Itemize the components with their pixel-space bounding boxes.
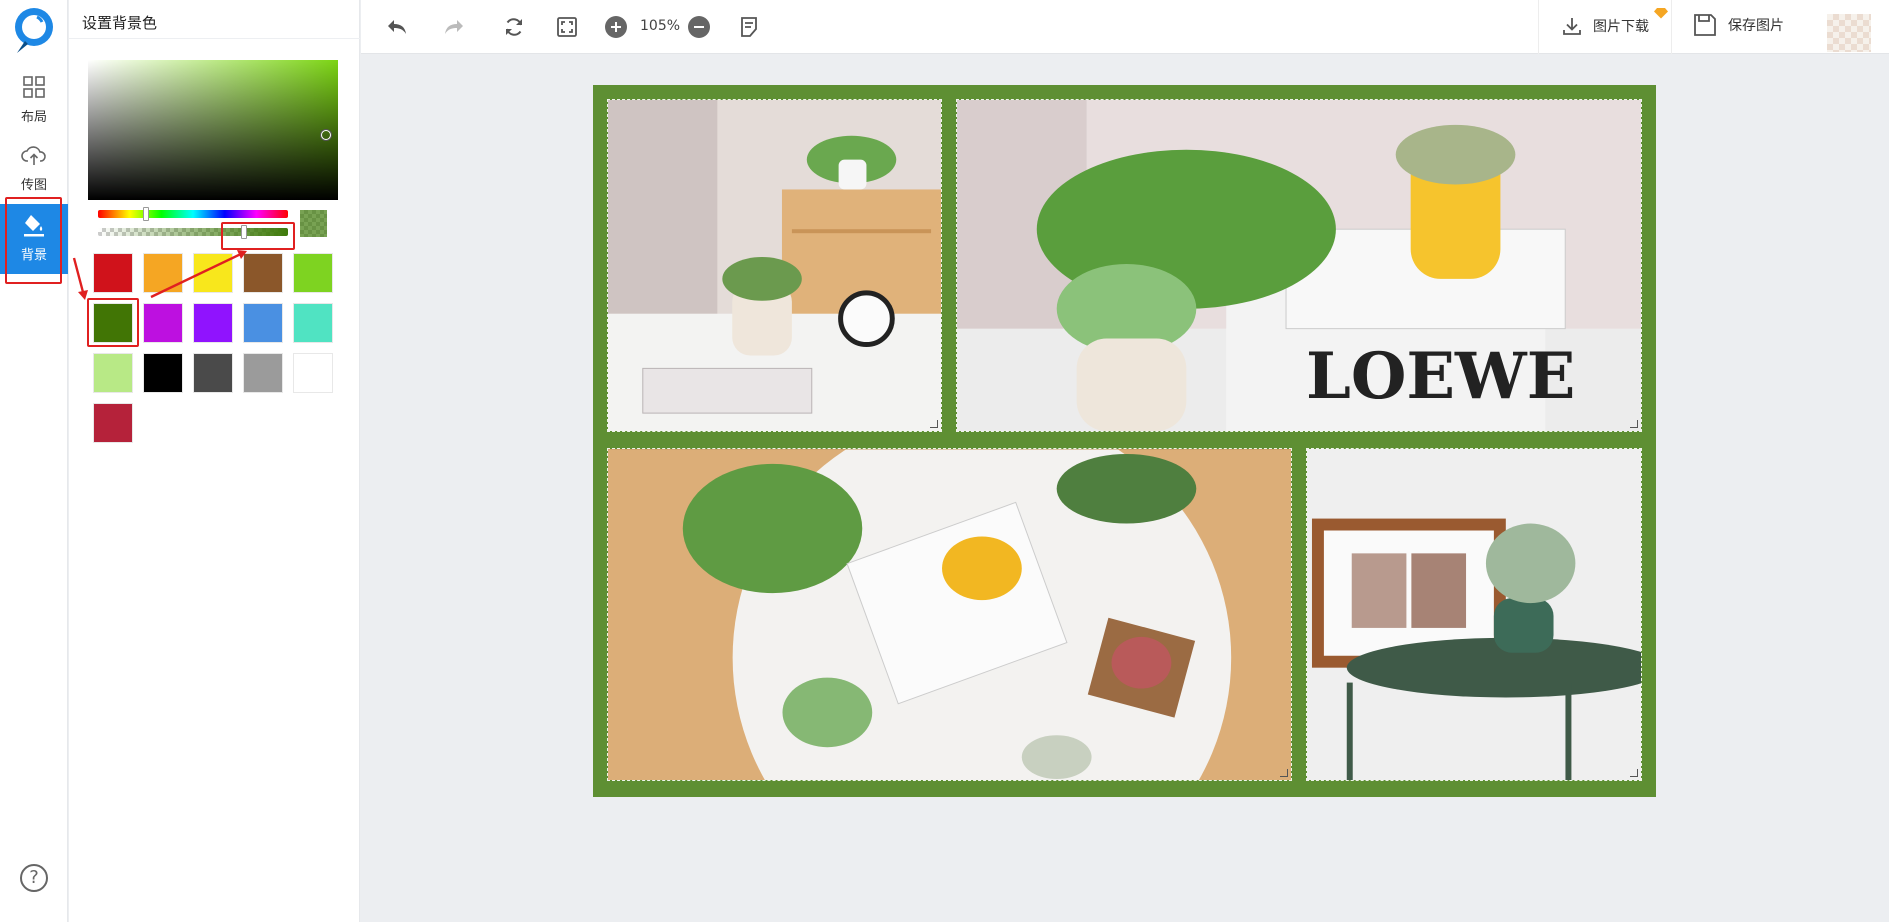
vip-diamond-icon bbox=[1654, 8, 1668, 19]
photo-image bbox=[608, 100, 941, 431]
zoom-in-icon[interactable] bbox=[604, 15, 628, 39]
rail-item-upload[interactable]: 传图 bbox=[0, 142, 68, 198]
photo-image: LOEWE bbox=[957, 100, 1641, 431]
color-preview bbox=[300, 210, 327, 237]
download-label: 图片下载 bbox=[1593, 19, 1649, 35]
save-label: 保存图片 bbox=[1728, 18, 1784, 34]
fit-screen-icon[interactable] bbox=[555, 15, 579, 39]
resize-handle[interactable] bbox=[1630, 420, 1638, 428]
photo-cell-2[interactable]: LOEWE bbox=[956, 99, 1642, 432]
layout-grid-icon bbox=[23, 76, 45, 98]
photo-image bbox=[1307, 449, 1641, 780]
photo-cell-4[interactable] bbox=[1306, 448, 1642, 781]
cloud-upload-icon bbox=[21, 146, 46, 165]
rail-item-label: 传图 bbox=[20, 178, 47, 193]
undo-icon[interactable] bbox=[385, 15, 409, 39]
panel-title: 设置背景色 bbox=[82, 14, 158, 32]
svg-text:LOEWE: LOEWE bbox=[1306, 339, 1575, 414]
download-button[interactable]: 图片下载 bbox=[1561, 15, 1649, 37]
divider bbox=[1671, 0, 1672, 54]
resize-handle[interactable] bbox=[930, 420, 938, 428]
zoom-level: 105% bbox=[640, 18, 681, 34]
hue-slider-handle[interactable] bbox=[143, 207, 149, 221]
hue-slider[interactable] bbox=[98, 210, 288, 218]
highlight-box bbox=[5, 197, 62, 284]
help-icon[interactable]: ? bbox=[20, 864, 48, 892]
rotate-icon[interactable] bbox=[502, 15, 526, 39]
rail-item-label: 布局 bbox=[20, 110, 47, 125]
color-swatch[interactable] bbox=[93, 403, 133, 443]
divider bbox=[69, 38, 360, 39]
divider bbox=[1538, 0, 1539, 54]
color-picker-handle[interactable] bbox=[321, 130, 331, 140]
avatar[interactable] bbox=[1827, 14, 1871, 52]
zoom-out-icon[interactable] bbox=[687, 15, 711, 39]
top-toolbar: 105% 图片下载 保存图片 bbox=[361, 0, 1889, 54]
photo-cell-1[interactable] bbox=[607, 99, 942, 432]
save-icon bbox=[1694, 14, 1716, 36]
download-icon bbox=[1563, 18, 1581, 35]
background-panel: 设置背景色 bbox=[69, 0, 360, 922]
left-rail: 布局 传图 背景 ? bbox=[0, 0, 68, 922]
photo-image bbox=[608, 449, 1291, 780]
save-button[interactable]: 保存图片 bbox=[1692, 12, 1784, 38]
app-logo-icon bbox=[15, 8, 53, 53]
redo-icon[interactable] bbox=[442, 15, 466, 39]
saturation-value-picker[interactable] bbox=[88, 60, 338, 200]
resize-handle[interactable] bbox=[1630, 769, 1638, 777]
rail-item-layout[interactable]: 布局 bbox=[0, 74, 68, 130]
annotation-arrows bbox=[72, 250, 247, 300]
resize-handle[interactable] bbox=[1280, 769, 1288, 777]
photo-cell-3[interactable] bbox=[607, 448, 1292, 781]
collage-canvas: LOEWE bbox=[593, 85, 1656, 797]
notes-icon[interactable] bbox=[737, 15, 761, 39]
